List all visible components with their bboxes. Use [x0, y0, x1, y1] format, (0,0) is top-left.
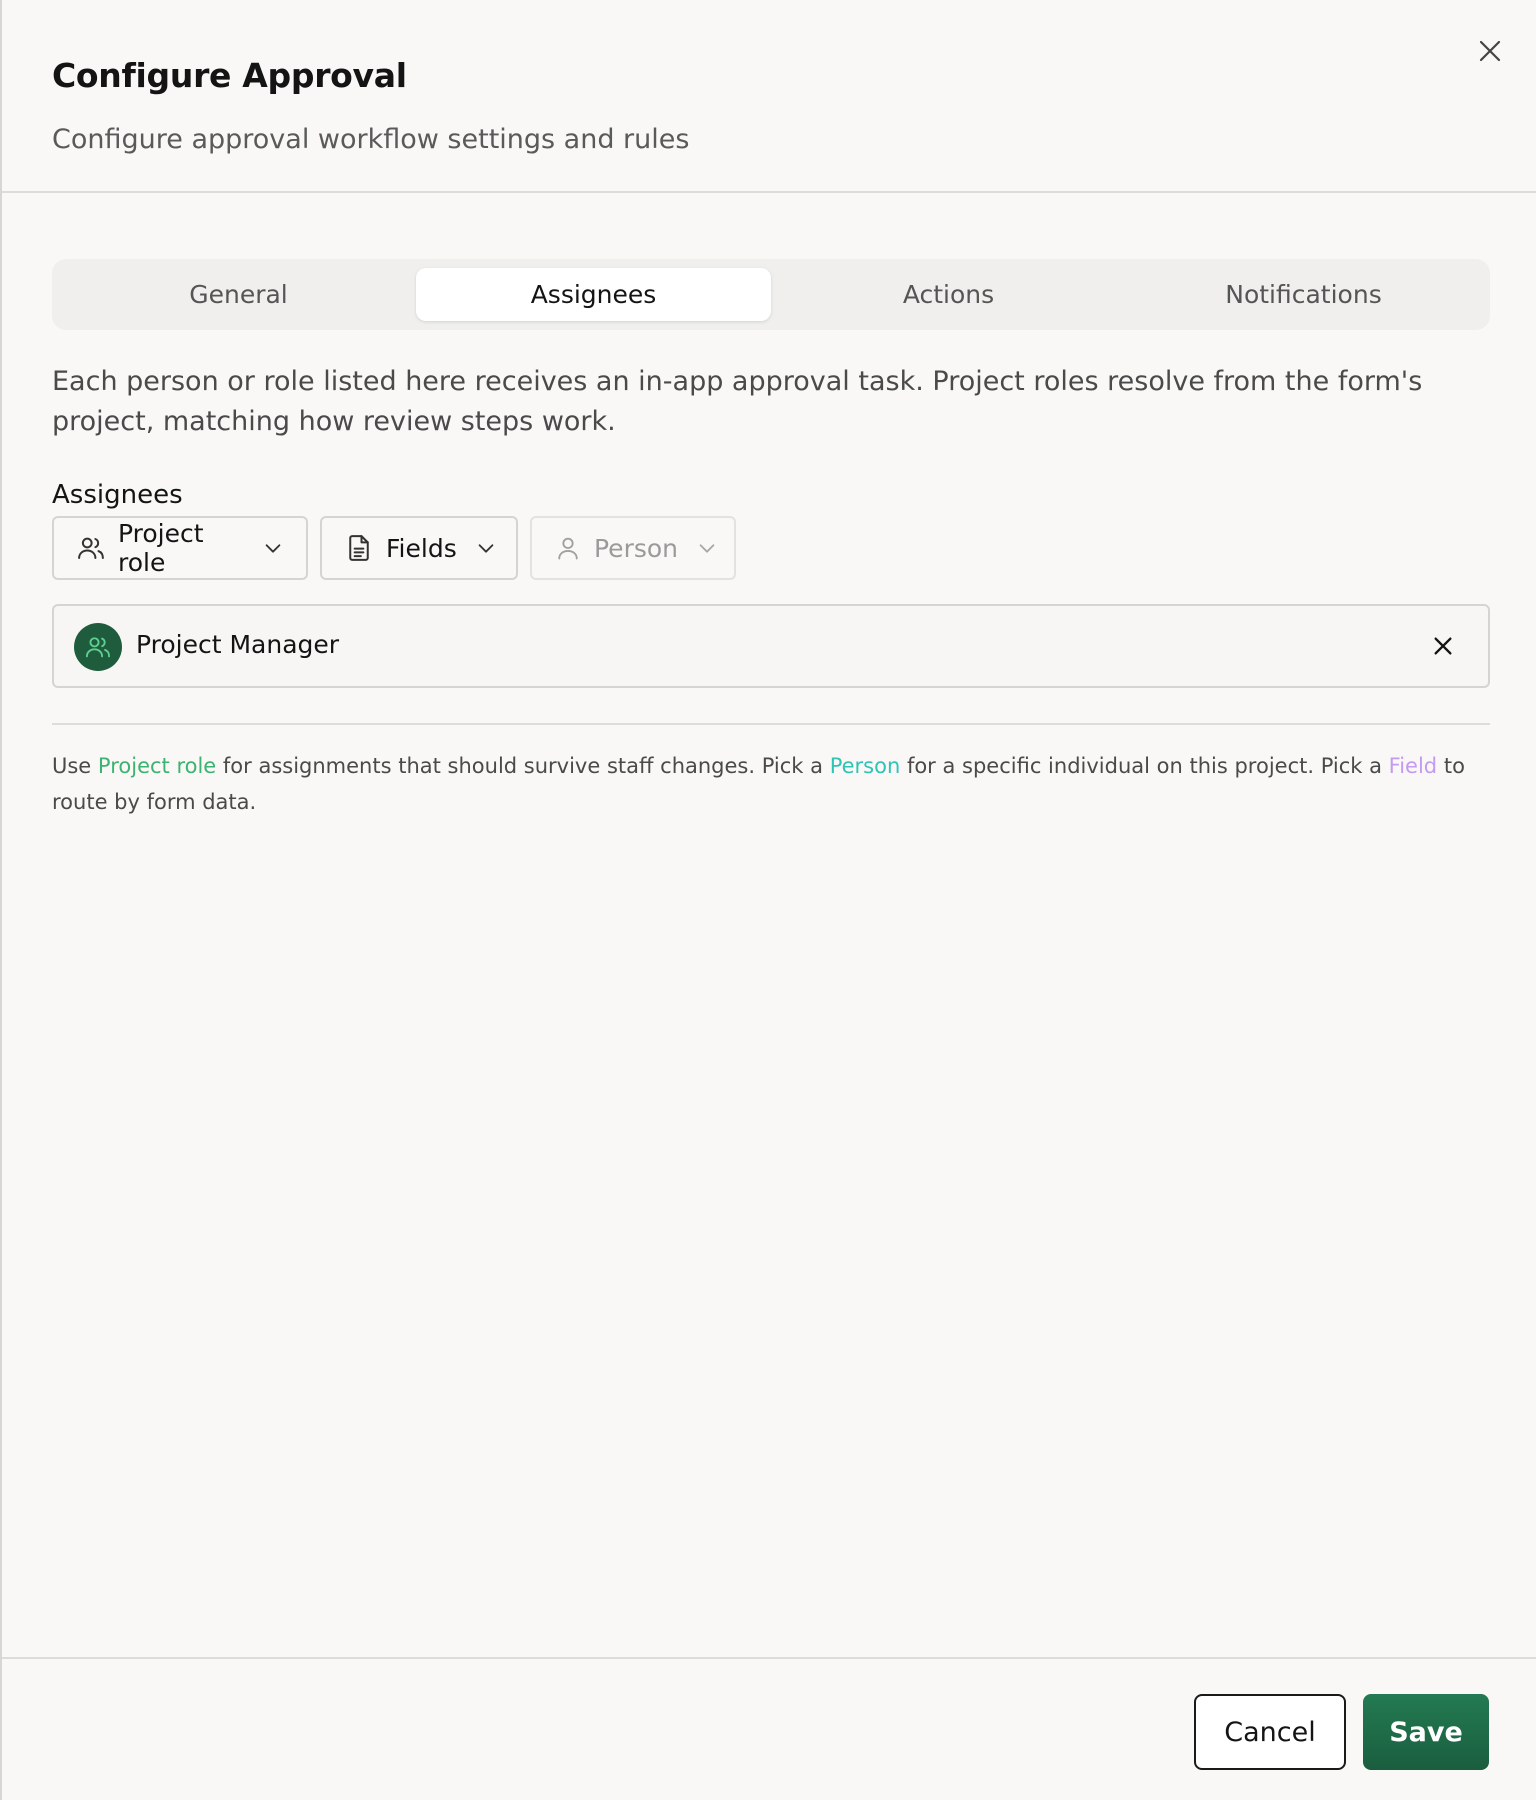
hint-project-role: Project role — [97, 754, 217, 778]
project-role-label: Project role — [118, 519, 204, 577]
assignee-hint: Use Project role for assignments that sh… — [52, 748, 1492, 820]
person-dropdown[interactable]: Person — [530, 516, 736, 580]
dialog-footer: Cancel Save — [2, 1657, 1536, 1800]
hint-text: for a specific individual on this projec… — [900, 754, 1389, 778]
assignees-description: Each person or role listed here receives… — [52, 366, 1423, 437]
save-button[interactable]: Save — [1363, 1694, 1489, 1770]
close-button[interactable] — [1472, 33, 1508, 69]
chevron-down-icon — [696, 537, 718, 559]
users-icon — [76, 533, 106, 563]
fields-label: Fields — [386, 533, 457, 563]
configure-approval-dialog: Configure Approval Configure approval wo… — [0, 0, 1536, 1800]
remove-assignee-button[interactable] — [1428, 631, 1458, 661]
assignee-pickers: Project role Fields Person — [52, 516, 736, 580]
cancel-button[interactable]: Cancel — [1194, 1694, 1346, 1770]
close-icon — [1479, 40, 1501, 62]
close-icon — [1434, 637, 1452, 655]
chevron-down-icon — [262, 537, 284, 559]
avatar — [74, 623, 122, 671]
hint-field: Field — [1388, 754, 1438, 778]
person-label: Person — [594, 533, 679, 563]
dialog-subtitle: Configure approval workflow settings and… — [52, 124, 690, 155]
selected-assignee-chip: Project Manager — [52, 604, 1490, 688]
divider — [52, 723, 1490, 725]
tab-bar: General Assignees Actions Notifications — [52, 259, 1490, 330]
tab-notifications[interactable]: Notifications — [1126, 268, 1481, 321]
dialog-header: Configure Approval Configure approval wo… — [2, 0, 1536, 193]
user-icon — [554, 534, 582, 562]
chevron-down-icon — [475, 537, 497, 559]
project-role-dropdown[interactable]: Project role — [52, 516, 308, 580]
users-icon — [85, 637, 111, 658]
tab-actions[interactable]: Actions — [771, 268, 1126, 321]
fields-dropdown[interactable]: Fields — [320, 516, 518, 580]
assignees-section-label: Assignees — [52, 480, 183, 510]
tab-general[interactable]: General — [61, 268, 416, 321]
document-icon — [344, 533, 374, 563]
hint-text: for assignments that should survive staf… — [216, 754, 830, 778]
dialog-title: Configure Approval — [52, 56, 407, 95]
hint-text: Use — [52, 754, 98, 778]
hint-person: Person — [829, 754, 901, 778]
selected-assignee-label: Project Manager — [136, 630, 340, 659]
tab-assignees[interactable]: Assignees — [416, 268, 771, 321]
